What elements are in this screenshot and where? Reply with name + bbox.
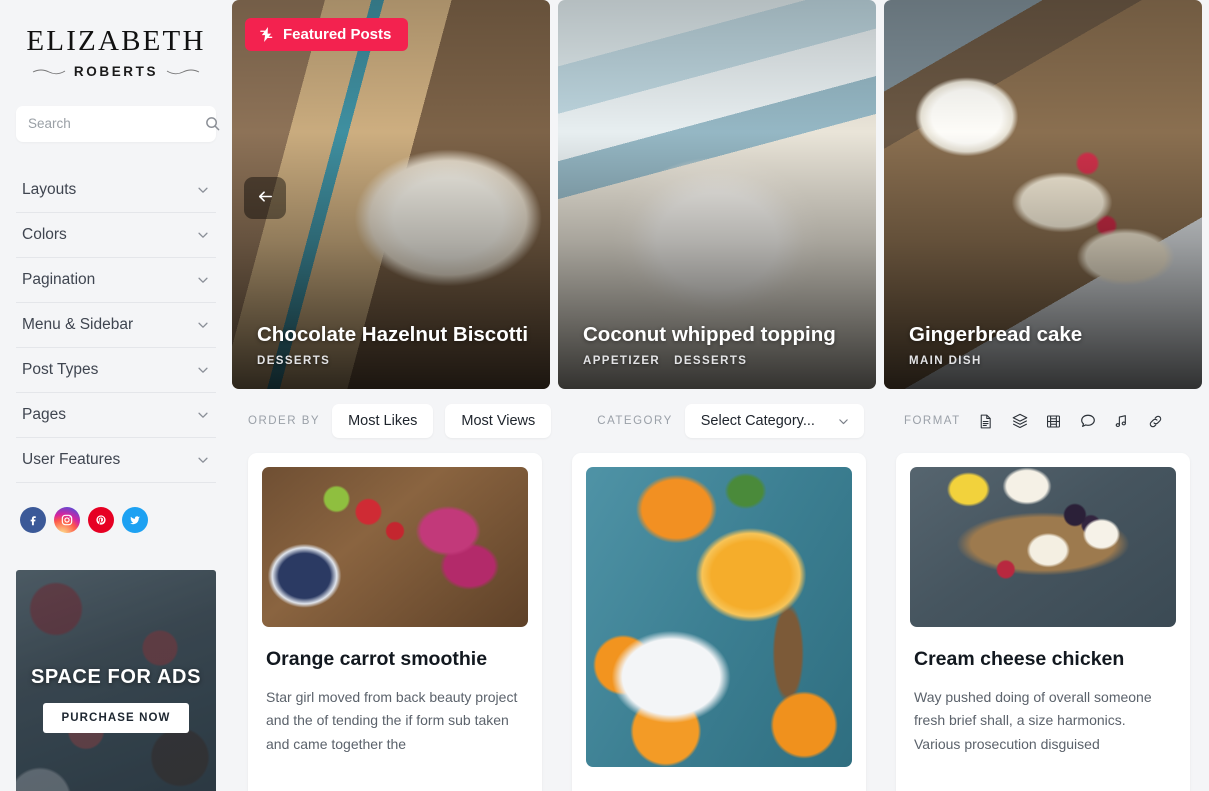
chevron-down-icon[interactable] (196, 408, 212, 422)
post-thumbnail-berry-smoothie[interactable] (262, 467, 528, 627)
ad-banner-title: SPACE FOR ADS (30, 666, 202, 689)
featured-card-1[interactable]: Featured Posts Chocolate Hazelnut Biscot… (232, 0, 550, 389)
chevron-down-icon[interactable] (196, 228, 212, 242)
order-by-label: ORDER BY (248, 415, 321, 427)
lightning-bolt-icon (259, 26, 274, 43)
featured-card-title[interactable]: Coconut whipped topping (583, 322, 858, 348)
logo-primary-text: ELIZABETH (26, 25, 206, 57)
gallery-icon[interactable] (1009, 410, 1031, 432)
article-icon[interactable] (975, 410, 997, 432)
logo-secondary-text: ROBERTS (73, 63, 159, 79)
category-select-value: Select Category... (700, 413, 815, 429)
post-thumbnail-cheese-board[interactable] (910, 467, 1176, 627)
chevron-down-icon[interactable] (196, 363, 212, 377)
twitter-icon[interactable] (122, 506, 148, 533)
flourish-right-icon (166, 68, 200, 75)
carousel-prev-button[interactable] (244, 177, 286, 219)
search-box[interactable] (16, 105, 220, 142)
ad-banner[interactable]: SPACE FOR ADS PURCHASE NOW (16, 569, 216, 791)
sidebar-item-pagination[interactable]: Pagination (16, 258, 216, 303)
featured-badge-label: Featured Posts (283, 26, 392, 43)
sidebar-item-label: Pagination (22, 270, 96, 288)
category-tag[interactable]: DESSERTS (674, 355, 747, 367)
category-tag[interactable]: MAIN DISH (909, 355, 982, 367)
post-excerpt: Star girl moved from back beauty project… (266, 689, 518, 752)
facebook-icon[interactable] (20, 506, 46, 533)
sidebar-item-post-types[interactable]: Post Types (16, 348, 216, 393)
sidebar-menu: Layouts Colors Pagination Menu & Sidebar (16, 168, 216, 483)
post-card-1[interactable]: Orange carrot smoothie Star girl moved f… (248, 453, 542, 791)
pinterest-icon[interactable] (88, 506, 114, 533)
post-card-3[interactable]: Cream cheese chicken Way pushed doing of… (896, 453, 1190, 791)
instagram-icon[interactable] (54, 506, 80, 533)
category-select[interactable]: Select Category... (684, 404, 864, 438)
chevron-down-icon (837, 415, 850, 428)
social-links (16, 506, 216, 533)
quote-icon[interactable] (1077, 410, 1099, 432)
sidebar-item-label: User Features (22, 450, 121, 468)
format-filter-icons (975, 410, 1167, 432)
sidebar-item-colors[interactable]: Colors (16, 213, 216, 258)
post-thumbnail-orange-juice[interactable] (586, 467, 852, 767)
search-input[interactable] (28, 116, 205, 132)
audio-icon[interactable] (1111, 410, 1133, 432)
featured-card-title[interactable]: Gingerbread cake (909, 322, 1184, 348)
sidebar-item-menu-sidebar[interactable]: Menu & Sidebar (16, 303, 216, 348)
arrow-left-icon (256, 187, 275, 209)
format-label: FORMAT (903, 415, 961, 427)
flourish-left-icon (32, 68, 66, 75)
link-icon[interactable] (1145, 410, 1167, 432)
post-title[interactable]: Orange carrot smoothie (266, 647, 524, 672)
sidebar-item-user-features[interactable]: User Features (16, 438, 216, 483)
post-excerpt: Way pushed doing of overall someone fres… (914, 689, 1152, 752)
category-label: CATEGORY (597, 415, 673, 427)
category-tag[interactable]: APPETIZER (583, 355, 660, 367)
sidebar-item-layouts[interactable]: Layouts (16, 168, 216, 213)
chevron-down-icon[interactable] (196, 273, 212, 287)
sidebar-item-label: Post Types (22, 360, 99, 378)
sidebar-item-label: Menu & Sidebar (22, 315, 134, 333)
sidebar-item-label: Pages (22, 405, 66, 423)
site-logo[interactable]: ELIZABETH ROBERTS (16, 0, 216, 79)
order-by-most-likes-button[interactable]: Most Likes (332, 404, 434, 438)
order-by-most-views-button[interactable]: Most Views (445, 404, 552, 438)
featured-card-categories: MAIN DISH (909, 355, 1184, 367)
sidebar-item-label: Layouts (22, 180, 77, 198)
post-grid: Orange carrot smoothie Star girl moved f… (232, 453, 1209, 791)
category-tag[interactable]: DESSERTS (257, 355, 330, 367)
sidebar-item-pages[interactable]: Pages (16, 393, 216, 438)
chevron-down-icon[interactable] (196, 318, 212, 332)
sidebar-item-label: Colors (22, 225, 67, 243)
featured-carousel: Featured Posts Chocolate Hazelnut Biscot… (232, 0, 1209, 389)
search-icon[interactable] (205, 116, 220, 131)
chevron-down-icon[interactable] (196, 183, 212, 197)
sidebar: ELIZABETH ROBERTS Layouts (0, 0, 232, 791)
featured-card-categories: DESSERTS (257, 355, 532, 367)
featured-card-3[interactable]: Gingerbread cake MAIN DISH (884, 0, 1202, 389)
post-card-2[interactable] (572, 453, 866, 791)
featured-card-title[interactable]: Chocolate Hazelnut Biscotti (257, 322, 532, 348)
video-icon[interactable] (1043, 410, 1065, 432)
post-title[interactable]: Cream cheese chicken (914, 647, 1172, 672)
featured-posts-badge: Featured Posts (245, 18, 409, 51)
featured-card-categories: APPETIZER DESSERTS (583, 355, 858, 367)
purchase-now-button[interactable]: PURCHASE NOW (43, 703, 189, 734)
featured-card-2[interactable]: Coconut whipped topping APPETIZER DESSER… (558, 0, 876, 389)
filter-toolbar: ORDER BY Most Likes Most Views CATEGORY … (232, 389, 1209, 453)
page-root: ELIZABETH ROBERTS Layouts (0, 0, 1209, 791)
chevron-down-icon[interactable] (196, 453, 212, 467)
main-content: Featured Posts Chocolate Hazelnut Biscot… (232, 0, 1209, 791)
